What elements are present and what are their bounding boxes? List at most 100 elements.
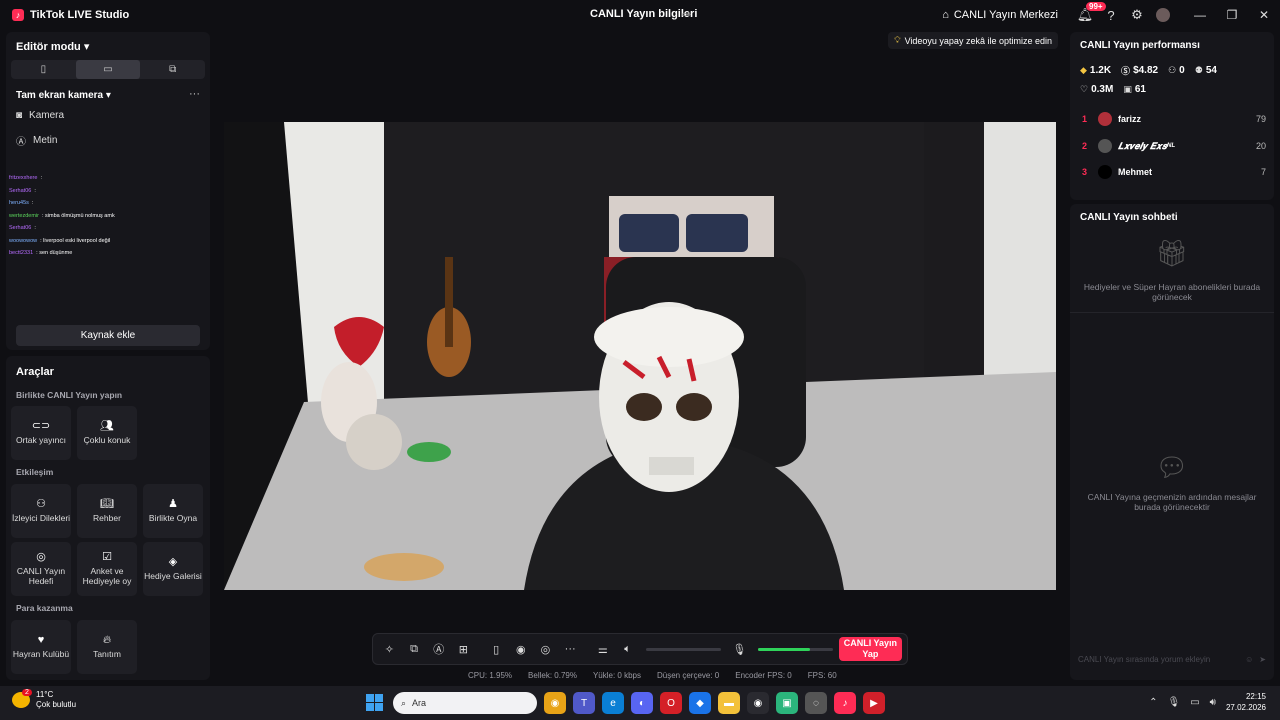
camera-feed-image xyxy=(224,122,1056,590)
record-icon[interactable]: ◉ xyxy=(508,634,533,664)
viewer-requests-tool[interactable]: ⚇ İzleyici Dilekleri xyxy=(11,484,71,538)
close-button[interactable]: ✕ xyxy=(1248,0,1280,30)
source-label: Kamera xyxy=(29,110,65,121)
system-tray: ⌃ 🎙︎ ▭ 🔊︎ 22:15 27.02.2026 xyxy=(1149,691,1266,713)
chat-overlay-preview: fritzexxhere: Serhat06: heru45s: wertezd… xyxy=(6,164,210,264)
edge-icon[interactable]: e xyxy=(602,692,624,714)
mixer-icon[interactable]: ⚌ xyxy=(591,634,616,664)
profile-avatar[interactable] xyxy=(1150,0,1176,30)
chrome-icon[interactable]: ◉ xyxy=(544,692,566,714)
screen-add-icon[interactable]: ⊞ xyxy=(451,634,476,664)
weather-widget[interactable]: 2 11°C Çok bulutlu xyxy=(12,689,76,710)
teams-icon[interactable]: T xyxy=(573,692,595,714)
source-text[interactable]: Ⓐ Metin xyxy=(16,133,57,148)
users-icon: 👥︎ xyxy=(100,420,114,432)
gift-box-icon: 🎁︎ xyxy=(1155,238,1189,268)
mic-level-fill xyxy=(757,647,811,651)
promote-tool[interactable]: 🔥︎ Tanıtım xyxy=(77,620,137,674)
app-icon[interactable]: ◆ xyxy=(689,692,711,714)
multi-guest-tool[interactable]: 👥︎ Çoklu konuk xyxy=(77,406,137,460)
microphone-icon[interactable]: 🎙︎ xyxy=(727,634,752,664)
maximize-button[interactable]: ❐ xyxy=(1216,0,1248,30)
live-goal-tool[interactable]: ◎ CANLI Yayın Hedefi xyxy=(11,542,71,596)
scene-dropdown[interactable]: Tam ekran kamera ▾ xyxy=(16,90,111,101)
tiktok-live-studio-icon[interactable]: ♪ xyxy=(834,692,856,714)
play-together-tool[interactable]: ♟ Birlikte Oyna xyxy=(143,484,203,538)
steam-icon[interactable]: ◌ xyxy=(805,692,827,714)
network-icon[interactable]: ▭ xyxy=(1190,697,1199,708)
send-icon[interactable]: ➤ xyxy=(1259,655,1266,664)
mic-tray-icon[interactable]: 🎙︎ xyxy=(1167,697,1180,708)
microphone-volume-slider[interactable] xyxy=(757,647,833,651)
ranking-row[interactable]: 3 Mehmet 7 xyxy=(1082,163,1266,181)
screenshot-icon[interactable]: ◎ xyxy=(533,634,558,664)
tray-expand-icon[interactable]: ⌃ xyxy=(1149,697,1157,708)
source-camera[interactable]: ◙ Kamera xyxy=(16,110,64,121)
avatar xyxy=(1098,165,1112,179)
notification-bell-icon[interactable]: 🔔︎ 99+ xyxy=(1072,0,1106,30)
kpi-likes: ♡ 0.3M xyxy=(1080,84,1114,95)
stat-encoder-fps: Encoder FPS: 0 xyxy=(735,671,792,680)
emoji-icon[interactable]: ☺ xyxy=(1245,655,1253,664)
heart-shield-icon: ♥ xyxy=(37,634,45,646)
kpi-gifters: ▣ 61 xyxy=(1123,84,1146,95)
dual-orientation-button[interactable]: ⧉ xyxy=(140,60,205,79)
app-green-icon[interactable]: ▣ xyxy=(776,692,798,714)
volume-icon[interactable]: 🔊︎ xyxy=(1210,697,1216,708)
tiktok-logo-icon: ♪ xyxy=(12,9,24,21)
co-host-tool[interactable]: ⊂⊃ Ortak yayıncı xyxy=(11,406,71,460)
landscape-orientation-button[interactable]: ▭ xyxy=(75,60,141,79)
help-icon[interactable]: ? xyxy=(1098,0,1124,30)
stat-cpu: CPU: 1.95% xyxy=(468,671,513,680)
share-icon[interactable]: ⇨ xyxy=(682,8,691,21)
search-placeholder: Ara xyxy=(412,698,427,708)
settings-gear-icon[interactable]: ⚙ xyxy=(1124,0,1150,30)
portrait-orientation-button[interactable]: ▯ xyxy=(11,60,76,79)
go-live-button[interactable]: CANLI Yayın Yap xyxy=(838,637,902,661)
guide-tool[interactable]: 📖︎ Rehber xyxy=(77,484,137,538)
ai-optimize-hint[interactable]: 💡︎ Videoyu yapay zekâ ile optimize edin xyxy=(888,32,1058,49)
poll-icon: ☑ xyxy=(102,551,112,563)
magic-wand-icon[interactable]: ✧ xyxy=(377,634,402,664)
diamond-icon: ◆ xyxy=(1080,65,1087,75)
flame-icon: 🔥︎ xyxy=(102,634,112,646)
weather-icon: 2 xyxy=(12,689,32,708)
editor-mode-dropdown[interactable]: Editör modu ▾ xyxy=(16,40,89,53)
ai-icon[interactable]: Ⓐ xyxy=(426,634,451,664)
ranking-row[interactable]: 1 farizz 79 xyxy=(1082,110,1266,128)
discord-icon[interactable]: ◐ xyxy=(631,692,653,714)
taskbar-search[interactable]: ⌕ Ara xyxy=(393,692,537,714)
performance-title: CANLI Yayın performansı xyxy=(1080,40,1200,51)
phone-icon[interactable]: ▯ xyxy=(484,634,509,664)
more-icon[interactable]: ··· xyxy=(558,634,583,664)
lightbulb-icon: 💡︎ xyxy=(894,35,901,45)
minimize-button[interactable]: — xyxy=(1184,0,1216,30)
chat-line: woowowow: liverpool eski liverpool değil xyxy=(9,237,111,244)
users-icon: ⚇ xyxy=(1168,65,1177,75)
effects-icon[interactable]: ⧉ xyxy=(402,634,427,664)
windows-start-icon[interactable] xyxy=(366,694,383,711)
add-source-button[interactable]: Kaynak ekle xyxy=(16,325,200,346)
chrome-active-icon[interactable]: ◉ xyxy=(747,692,769,714)
clock[interactable]: 22:15 27.02.2026 xyxy=(1226,691,1266,713)
speaker-icon[interactable]: 🔈︎ xyxy=(615,634,640,664)
gift-icon: ◈ xyxy=(168,556,178,568)
divider xyxy=(1070,312,1274,313)
preview-stage: 💡︎ Videoyu yapay zekâ ile optimize edin xyxy=(216,32,1064,632)
coin-icon: Ⓢ xyxy=(1121,66,1131,76)
comment-input[interactable]: CANLI Yayın sırasında yorum ekleyin ☺ ➤ xyxy=(1078,650,1266,668)
youtube-icon[interactable]: ▶ xyxy=(863,692,885,714)
stat-dropped-frames: Düşen çerçeve: 0 xyxy=(656,671,720,680)
opera-icon[interactable]: O xyxy=(660,692,682,714)
app-title: TikTok LIVE Studio xyxy=(30,9,130,21)
live-center-button[interactable]: ⌂ CANLI Yayın Merkezi xyxy=(942,9,1058,21)
poll-tool[interactable]: ☑ Anket ve Hediyeyle oy xyxy=(77,542,137,596)
more-options-icon[interactable]: ··· xyxy=(189,88,200,100)
fan-club-tool[interactable]: ♥ Hayran Kulübü xyxy=(11,620,71,674)
speaker-volume-slider[interactable] xyxy=(645,647,721,651)
ranking-row[interactable]: 2 𝑳𝒙𝒗𝒆𝒍𝒚 𝑬𝒙𝒔ᴺᴸ 20 xyxy=(1082,137,1266,155)
kpi-row: ♡ 0.3M ▣ 61 xyxy=(1080,84,1146,95)
file-explorer-icon[interactable]: ▬ xyxy=(718,692,740,714)
gift-gallery-tool[interactable]: ◈ Hediye Galerisi xyxy=(143,542,203,596)
stat-memory: Bellek: 0.79% xyxy=(528,671,577,680)
